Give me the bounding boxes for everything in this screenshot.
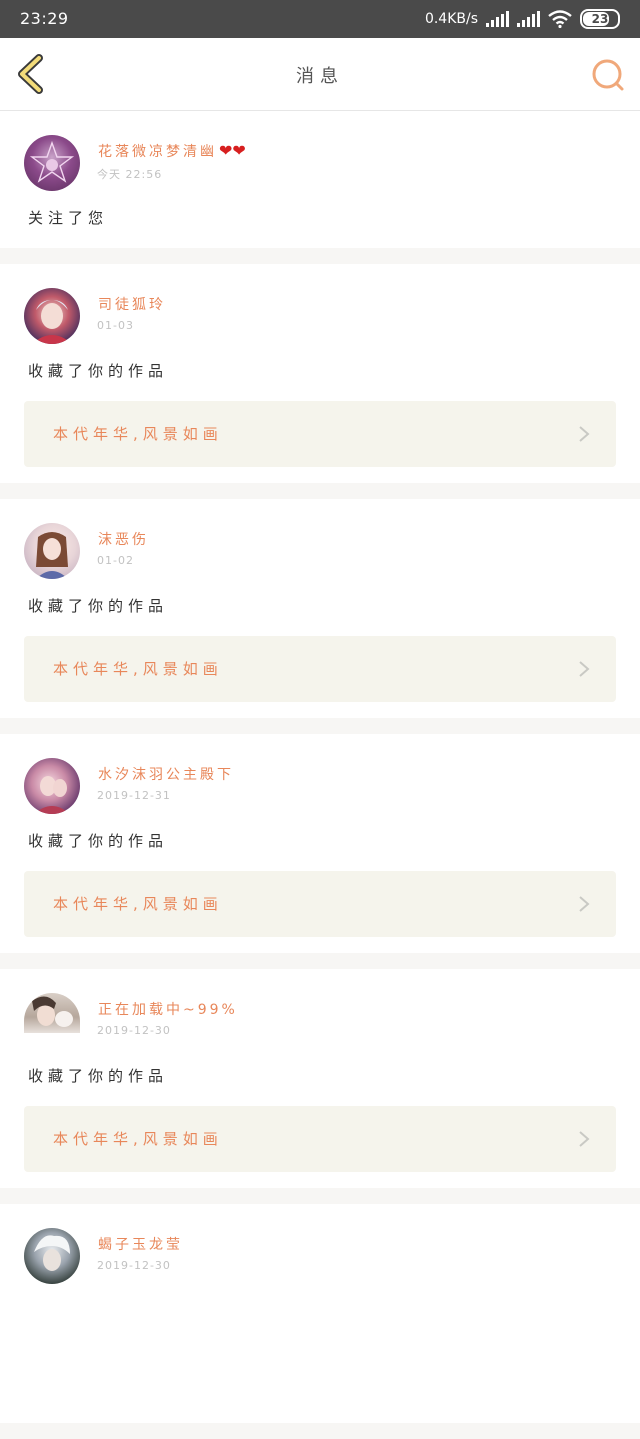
work-title: 本代年华,风景如画 [53,660,223,678]
work-title: 本代年华,风景如画 [53,895,223,913]
avatar[interactable] [24,523,80,579]
avatar[interactable] [24,993,80,1033]
avatar[interactable] [24,288,80,344]
username[interactable]: 司徒狐玲 [98,294,166,314]
battery-icon: 23 [580,9,620,29]
username[interactable]: 花落微凉梦清幽 ❤❤ [98,141,246,161]
avatar-portrait [36,532,68,579]
avatar[interactable] [24,135,80,191]
message-item: 司徒狐玲 01-03 收藏了你的作品 本代年华,风景如画 [0,264,640,483]
work-link[interactable]: 本代年华,风景如画 [24,401,616,467]
message-action: 收藏了你的作品 [28,832,169,850]
heart-emoji: ❤❤ [219,141,246,160]
avatar-portrait [32,996,73,1027]
avatar-portrait [34,1235,70,1271]
message-time: 2019-12-30 [97,1024,171,1037]
page-title: 消息 [296,66,344,87]
message-action: 关注了您 [28,209,109,227]
network-speed: 0.4KB/s [424,11,478,27]
signal-icon [517,11,540,27]
work-link[interactable]: 本代年华,风景如画 [24,871,616,937]
work-link[interactable]: 本代年华,风景如画 [24,1106,616,1172]
chevron-right-icon [579,896,590,912]
message-time: 01-03 [97,319,134,332]
message-list: 花落微凉梦清幽 ❤❤ 今天 22:56 关注了您 司徒狐玲 01-03 收藏了你的… [0,111,640,1439]
username[interactable]: 水汐沫羽公主殿下 [98,764,234,784]
status-time: 23:29 [20,9,69,28]
message-time: 2019-12-30 [97,1259,171,1272]
work-link[interactable]: 本代年华,风景如画 [24,636,616,702]
avatar[interactable] [24,758,80,814]
message-item: 正在加载中~99% 2019-12-30 收藏了你的作品 本代年华,风景如画 [0,969,640,1188]
chevron-right-icon [579,1131,590,1147]
message-item: 水汐沫羽公主殿下 2019-12-31 收藏了你的作品 本代年华,风景如画 [0,734,640,953]
username[interactable]: 正在加载中~99% [98,999,238,1019]
username[interactable]: 蝎子玉龙莹 [98,1234,183,1254]
avatar-portrait [32,300,72,344]
message-time: 2019-12-31 [97,789,171,802]
avatar-portrait [34,776,70,814]
search-icon[interactable] [588,55,628,95]
battery-level: 23 [591,12,609,26]
nav-header: 消息 [0,38,640,111]
work-title: 本代年华,风景如画 [53,425,223,443]
chevron-right-icon [579,661,590,677]
star-emblem-icon [29,140,75,183]
message-item: 蝎子玉龙莹 2019-12-30 [0,1204,640,1423]
work-title: 本代年华,风景如画 [53,1130,223,1148]
avatar[interactable] [24,1228,80,1284]
message-time: 01-02 [97,554,134,567]
status-bar: 23:29 0.4KB/s 23 [0,0,640,38]
message-action: 收藏了你的作品 [28,1067,169,1085]
chevron-right-icon [579,426,590,442]
message-item[interactable]: 花落微凉梦清幽 ❤❤ 今天 22:56 关注了您 [0,111,640,248]
message-time: 今天 22:56 [97,168,163,181]
signal-icon [486,11,509,27]
username[interactable]: 沫恶伤 [98,529,149,549]
status-icons: 0.4KB/s 23 [425,8,620,30]
wifi-icon [548,10,572,28]
message-item: 沫恶伤 01-02 收藏了你的作品 本代年华,风景如画 [0,499,640,718]
message-action: 收藏了你的作品 [28,362,169,380]
message-action: 收藏了你的作品 [28,597,169,615]
